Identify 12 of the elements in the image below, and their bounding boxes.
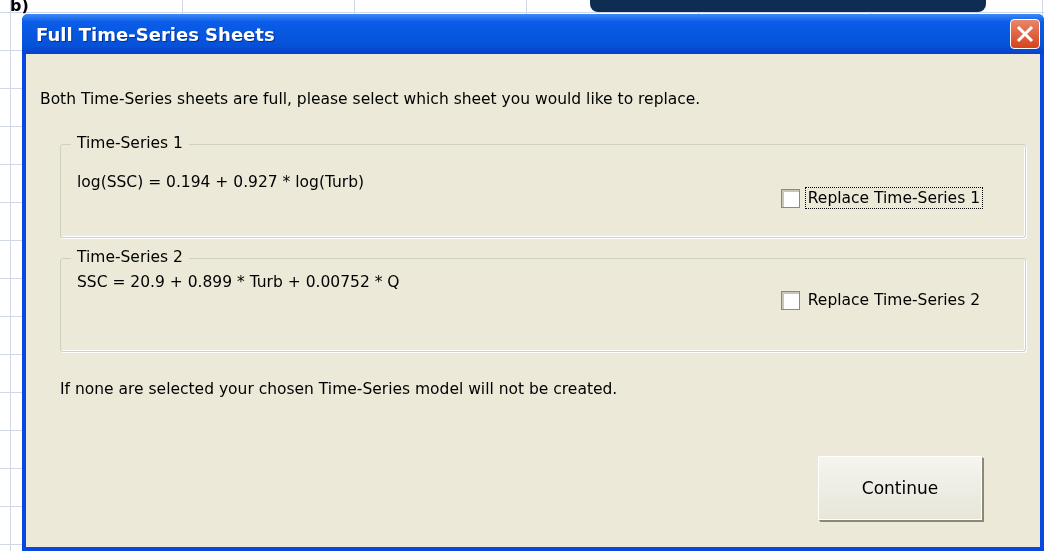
checkbox-label[interactable]: Replace Time-Series 1 [804,187,983,209]
message-text: Both Time-Series sheets are full, please select which sheet you would like to replace. [40,90,702,108]
checkbox-label[interactable]: Replace Time-Series 2 [804,289,983,311]
continue-button[interactable]: Continue [818,456,982,520]
checkbox[interactable] [780,188,800,208]
close-button[interactable] [1010,19,1040,49]
equation-text: log(SSC) = 0.194 + 0.927 * log(Turb) [77,173,365,191]
note-text: If none are selected your chosen Time-Series model will not be created. [60,380,619,398]
equation-text: SSC = 20.9 + 0.899 * Turb + 0.00752 * Q [77,273,400,291]
checkbox[interactable] [780,290,800,310]
close-icon [1016,25,1034,43]
window-title: Full Time-Series Sheets [36,23,275,45]
